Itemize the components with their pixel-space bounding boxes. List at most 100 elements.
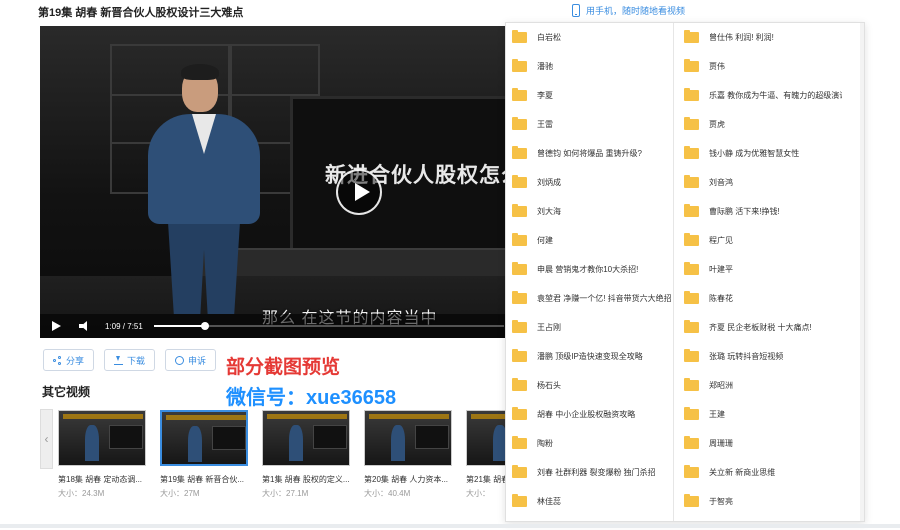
folder-icon xyxy=(684,407,699,420)
folder-label: 林佳蕊 xyxy=(537,497,561,506)
folder-label: 袁堃君 净赚一个亿! 抖音带货六大绝招 xyxy=(537,294,672,303)
folder-icon xyxy=(512,378,527,391)
folder-icon xyxy=(512,320,527,333)
progress-knob[interactable] xyxy=(201,322,210,330)
folder-icon xyxy=(512,407,527,420)
folder-item[interactable]: 叶建平 xyxy=(678,255,842,284)
big-play-button[interactable] xyxy=(336,169,382,215)
folder-item[interactable]: 乐嘉 教你成为牛逼、有魄力的超级演说家 xyxy=(678,81,842,110)
folder-item[interactable]: 于智亮 xyxy=(678,487,842,516)
related-video-card[interactable]: 第20集 胡春 人力资本... 大小：40.4M xyxy=(364,410,452,499)
related-video-card[interactable]: 第18集 胡春 定动态调... 大小：24.3M xyxy=(58,410,146,499)
video-player[interactable]: 新进合伙人股权怎么 那么 在这节的内容当中 1:09 / 7:51 xyxy=(40,26,510,338)
folder-label: 申晨 营销鬼才教你10大杀招! xyxy=(537,265,639,274)
folder-label: 乐嘉 教你成为牛逼、有魄力的超级演说家 xyxy=(709,91,842,100)
folder-icon xyxy=(512,59,527,72)
mobile-watch-link[interactable]: 用手机，随时随地看视频 xyxy=(572,4,685,17)
folder-item[interactable]: 陈春花 xyxy=(678,284,842,313)
folder-label: 程广见 xyxy=(709,236,733,245)
folder-icon xyxy=(512,204,527,217)
folder-item[interactable]: 陶粉 xyxy=(506,429,673,458)
folder-item[interactable]: 关立新 新商业思维 xyxy=(678,458,842,487)
action-bar: 分享 下载 申诉 xyxy=(43,349,217,371)
folder-item[interactable]: 王雷 xyxy=(506,110,673,139)
folder-item[interactable]: 齐夏 民企老板财税 十大痛点! xyxy=(678,313,842,342)
related-video-card[interactable]: 第19集 胡春 新晋合伙... 大小：27M xyxy=(160,410,248,499)
folder-label: 陈春花 xyxy=(709,294,733,303)
folder-label: 陶粉 xyxy=(537,439,553,448)
folder-item[interactable]: 周珊珊 xyxy=(678,429,842,458)
folder-item[interactable]: 潘鹏 顶级IP造快速变现全攻略 xyxy=(506,342,673,371)
folder-label: 贾虎 xyxy=(709,120,725,129)
report-button[interactable]: 申诉 xyxy=(165,349,217,371)
carousel-prev-button[interactable]: ‹ xyxy=(40,409,53,469)
video-thumbnail[interactable] xyxy=(364,410,452,466)
folder-icon xyxy=(512,262,527,275)
mobile-watch-label: 用手机，随时随地看视频 xyxy=(586,6,686,16)
progress-bar[interactable] xyxy=(154,322,504,330)
related-video-title[interactable]: 第20集 胡春 人力资本... xyxy=(364,474,452,485)
folder-icon xyxy=(512,349,527,362)
folder-icon xyxy=(512,88,527,101)
folder-item[interactable]: 郑昭洲 xyxy=(678,371,842,400)
folder-item[interactable]: 刘春 社群利器 裂变爆粉 独门杀招 xyxy=(506,458,673,487)
folder-item[interactable]: 钱小静 成为优雅智慧女性 xyxy=(678,139,842,168)
folder-label: 钱小静 成为优雅智慧女性 xyxy=(709,149,800,158)
folder-label: 刘春 社群利器 裂变爆粉 独门杀招 xyxy=(537,468,656,477)
video-thumbnail[interactable] xyxy=(262,410,350,466)
folder-icon xyxy=(684,59,699,72)
folder-item[interactable]: 曾仕伟 利润! 利润! xyxy=(678,23,842,52)
panel-scrollbar[interactable] xyxy=(860,23,864,521)
folder-item[interactable]: 何建 xyxy=(506,226,673,255)
folder-item[interactable]: 刘音鸿 xyxy=(678,168,842,197)
folder-item[interactable]: 程广见 xyxy=(678,226,842,255)
related-video-size: 大小：40.4M xyxy=(364,489,411,498)
video-thumbnail[interactable] xyxy=(58,410,146,466)
related-video-title[interactable]: 第18集 胡春 定动态调... xyxy=(58,474,146,485)
folder-item[interactable]: 李夏 xyxy=(506,81,673,110)
folder-label: 潘鹏 顶级IP造快速变现全攻略 xyxy=(537,352,643,361)
folder-item[interactable]: 袁堃君 净赚一个亿! 抖音带货六大绝招 xyxy=(506,284,673,313)
folder-icon xyxy=(512,436,527,449)
related-video-card[interactable]: 第1集 胡春 股权的定义... 大小：27.1M xyxy=(262,410,350,499)
folder-item[interactable]: 白岩松 xyxy=(506,23,673,52)
folder-label: 刘炳成 xyxy=(537,178,561,187)
folder-item[interactable]: 申晨 营销鬼才教你10大杀招! xyxy=(506,255,673,284)
folder-item[interactable]: 潘驰 xyxy=(506,52,673,81)
page-title: 第19集 胡春 新晋合伙人股权设计三大难点 xyxy=(38,7,244,19)
folder-icon xyxy=(684,204,699,217)
folder-item[interactable]: 林佳蕊 xyxy=(506,487,673,516)
download-button[interactable]: 下载 xyxy=(104,349,156,371)
folder-item[interactable]: 贾伟 xyxy=(678,52,842,81)
folder-item[interactable]: 胡春 中小企业股权融资攻略 xyxy=(506,400,673,429)
folder-column-right: 曾仕伟 利润! 利润! 贾伟乐嘉 教你成为牛逼、有魄力的超级演说家 贾虎钱小静 成为… xyxy=(678,23,842,521)
video-frame: 新进合伙人股权怎么 那么 在这节的内容当中 xyxy=(40,26,510,338)
folder-item[interactable]: 曾德钧 如何将爆品 重铸升级? xyxy=(506,139,673,168)
folder-icon xyxy=(684,175,699,188)
video-thumbnail[interactable] xyxy=(160,410,248,466)
folder-label: 曹际鹏 活下来!挣钱! xyxy=(709,207,780,216)
folder-item[interactable]: 刘大海 xyxy=(506,197,673,226)
time-display: 1:09 / 7:51 xyxy=(105,321,143,331)
folder-label: 王占刚 xyxy=(537,323,561,332)
play-icon[interactable] xyxy=(52,321,61,331)
related-video-title[interactable]: 第1集 胡春 股权的定义... xyxy=(262,474,350,485)
folder-item[interactable]: 曹际鹏 活下来!挣钱! xyxy=(678,197,842,226)
folder-label: 白岩松 xyxy=(537,33,561,42)
folder-item[interactable]: 张璐 玩转抖音短视频 xyxy=(678,342,842,371)
report-label: 申诉 xyxy=(188,355,207,366)
folder-icon xyxy=(512,494,527,507)
share-button[interactable]: 分享 xyxy=(43,349,95,371)
related-video-size: 大小：24.3M xyxy=(58,489,105,498)
volume-icon[interactable] xyxy=(79,321,91,331)
related-video-title[interactable]: 第19集 胡春 新晋合伙... xyxy=(160,474,248,485)
folder-icon xyxy=(684,233,699,246)
folder-item[interactable]: 贾虎 xyxy=(678,110,842,139)
share-icon xyxy=(53,355,62,365)
folder-item[interactable]: 王占刚 xyxy=(506,313,673,342)
folder-item[interactable]: 杨石头 xyxy=(506,371,673,400)
folder-label: 刘大海 xyxy=(537,207,561,216)
folder-item[interactable]: 王建 xyxy=(678,400,842,429)
folder-item[interactable]: 刘炳成 xyxy=(506,168,673,197)
folder-icon xyxy=(512,146,527,159)
